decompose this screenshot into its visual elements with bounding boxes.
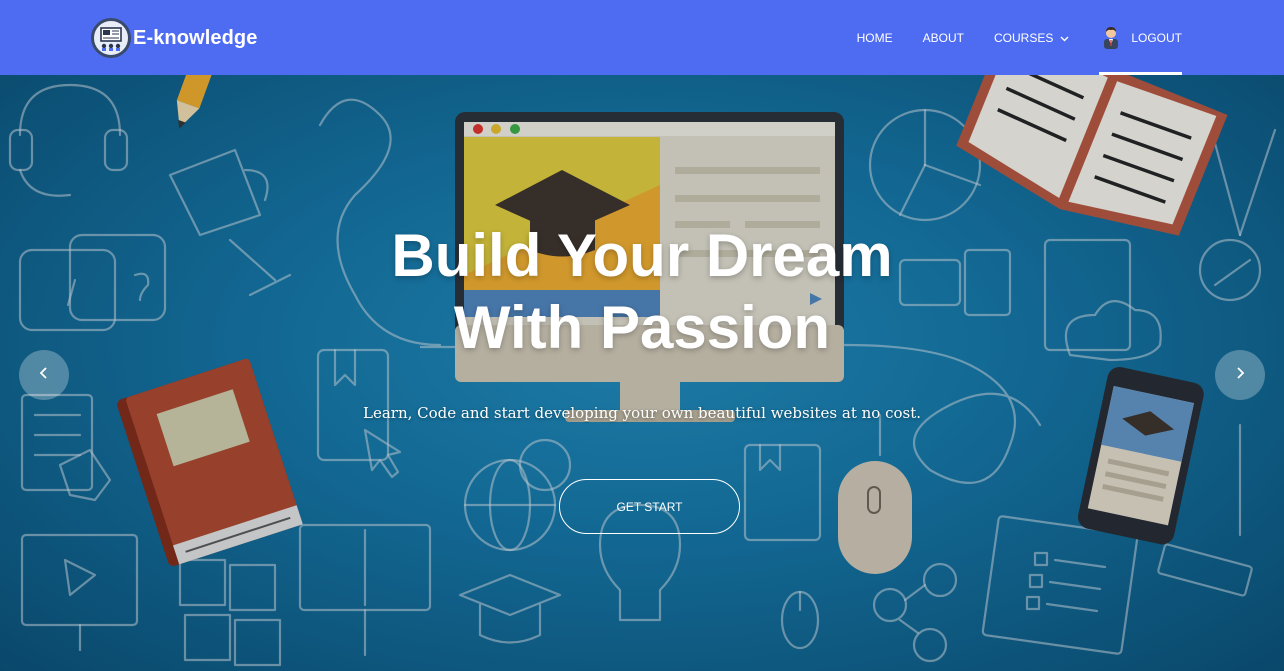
active-indicator <box>1099 72 1182 75</box>
chevron-down-icon <box>1060 31 1069 45</box>
hero-title-line1: Build Your Dream <box>391 222 893 289</box>
main-nav: HOME ABOUT COURSES LOGOUT <box>827 0 1182 75</box>
chevron-left-icon <box>38 366 50 385</box>
carousel-next-button[interactable] <box>1215 350 1265 400</box>
chevron-right-icon <box>1234 366 1246 385</box>
navbar: E-knowledge HOME ABOUT COURSES LOGOUT <box>0 0 1284 75</box>
brand[interactable]: E-knowledge <box>91 17 257 59</box>
brand-name: E-knowledge <box>133 26 258 49</box>
nav-item-about-label: ABOUT <box>922 30 964 45</box>
get-start-button-label: GET START <box>616 499 683 514</box>
nav-item-home[interactable]: HOME <box>857 0 893 75</box>
nav-item-courses-label: COURSES <box>993 30 1054 45</box>
hero-subtitle: Learn, Code and start developing your ow… <box>363 404 921 422</box>
nav-item-home-label: HOME <box>856 30 893 45</box>
nav-item-about[interactable]: ABOUT <box>923 0 964 75</box>
hero-carousel: Build Your Dream With Passion Learn, Cod… <box>0 75 1284 671</box>
page: E-knowledge HOME ABOUT COURSES LOGOUT Bu… <box>0 0 1284 671</box>
hero-overlay <box>0 75 1284 671</box>
hero-title-line2: With Passion <box>453 294 831 361</box>
nav-item-logout[interactable]: LOGOUT <box>1099 0 1182 75</box>
carousel-prev-button[interactable] <box>19 350 69 400</box>
nav-item-courses[interactable]: COURSES <box>994 0 1069 75</box>
hero-title: Build Your Dream With Passion <box>342 220 942 364</box>
computer-classroom-logo-icon <box>91 18 131 58</box>
user-avatar-icon <box>1099 25 1123 49</box>
get-start-button[interactable]: GET START <box>559 479 740 534</box>
nav-item-logout-label: LOGOUT <box>1131 30 1182 45</box>
